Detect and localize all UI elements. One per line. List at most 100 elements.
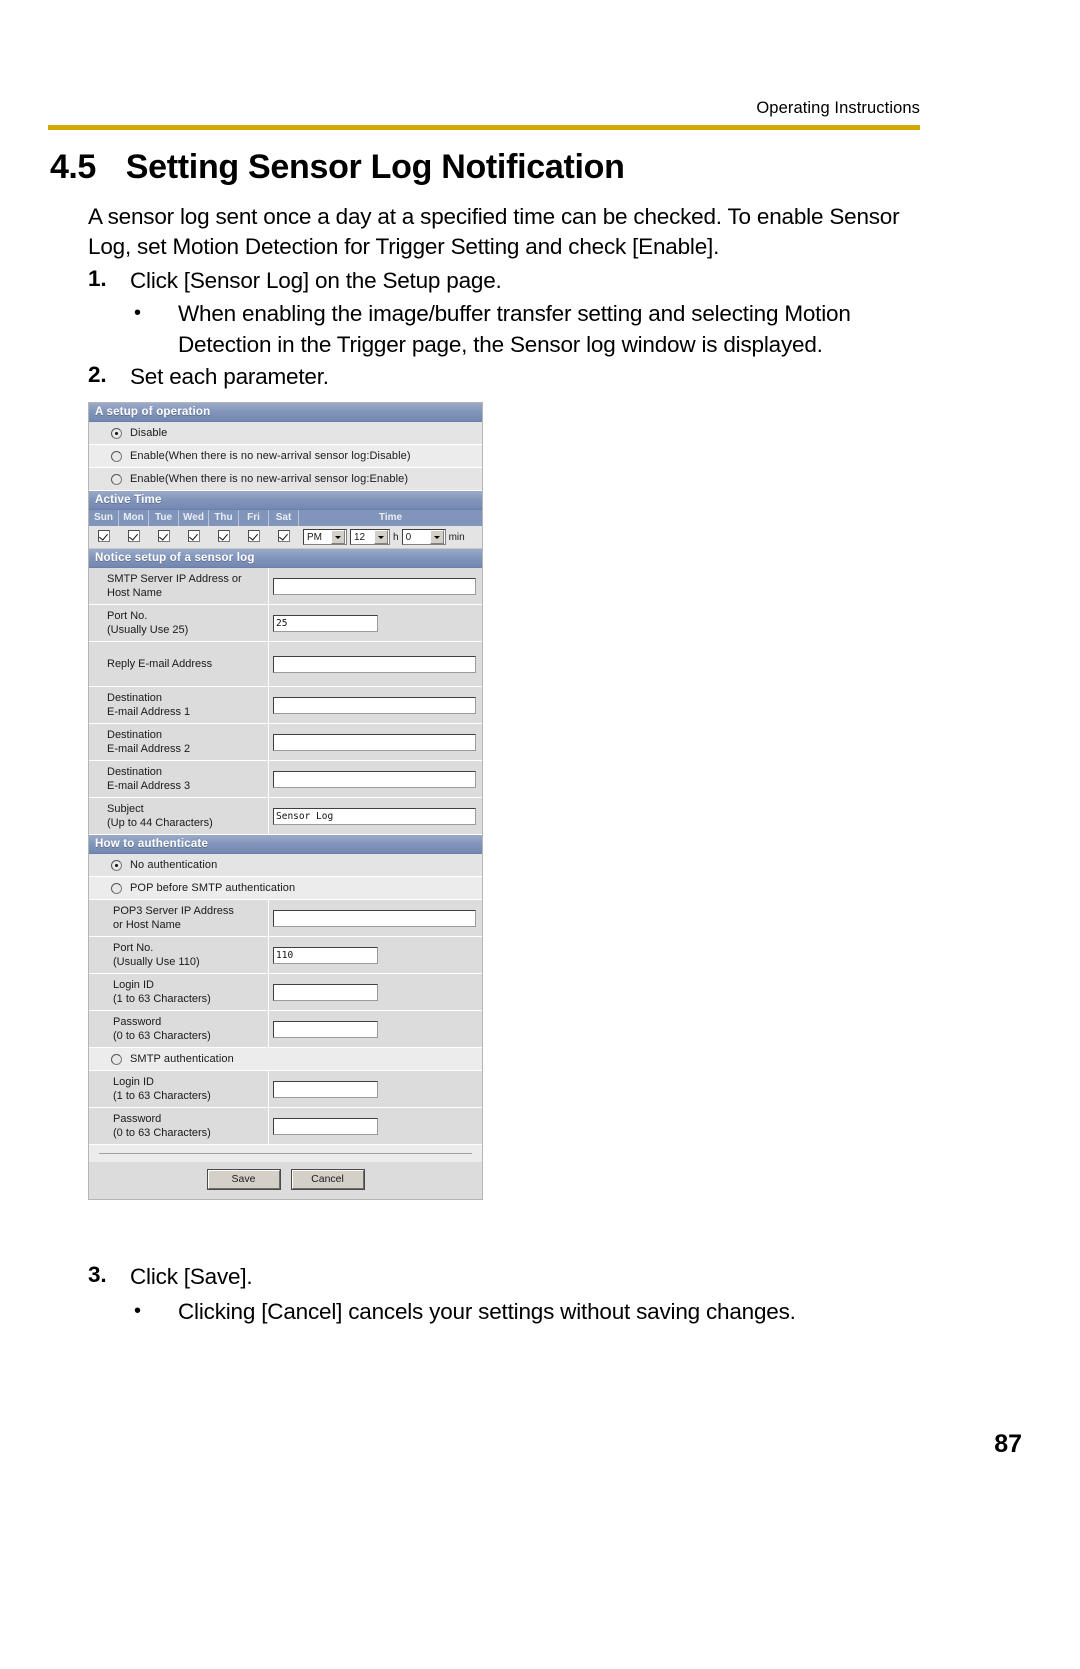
step-3: 3. Click [Save]. — [88, 1262, 908, 1292]
input-pop3-login-id[interactable] — [273, 983, 378, 1001]
label-smtp-password: Password (0 to 63 Characters) — [89, 1108, 269, 1144]
label-smtp-server: SMTP Server IP Address or Host Name — [89, 568, 269, 604]
radio-enable-new-arrival-enable-icon[interactable] — [111, 473, 122, 485]
step-2: 2. Set each parameter. — [88, 362, 908, 392]
sensor-log-settings-screenshot: A setup of operation Disable Enable(When… — [88, 402, 483, 1200]
hour-select[interactable]: 12 — [350, 529, 390, 545]
step-1-text: Click [Sensor Log] on the Setup page. — [130, 268, 502, 293]
checkbox-fri[interactable] — [248, 529, 260, 542]
checkbox-wed[interactable] — [188, 529, 200, 542]
field-row-smtp-port: Port No. (Usually Use 25) 25 — [89, 605, 482, 642]
day-header-sun: Sun — [89, 510, 119, 526]
radio-no-authentication-icon[interactable] — [111, 859, 122, 871]
step-3-text: Click [Save]. — [130, 1264, 253, 1289]
step-1-bullet: • When enabling the image/buffer transfe… — [130, 298, 898, 360]
input-smtp-server[interactable] — [273, 577, 476, 595]
field-row-pop3-server: POP3 Server IP Address or Host Name — [89, 900, 482, 937]
label-subject: Subject (Up to 44 Characters) — [89, 798, 269, 834]
input-pop3-port[interactable]: 110 — [273, 946, 378, 964]
radio-enable-new-arrival-disable-icon[interactable] — [111, 450, 122, 462]
chevron-down-icon[interactable] — [374, 530, 388, 544]
day-header-tue: Tue — [149, 510, 179, 526]
active-time-value-row: PM 12 h 0 min — [89, 526, 482, 549]
input-pop3-password[interactable] — [273, 1020, 378, 1038]
radio-disable-icon[interactable] — [111, 427, 122, 439]
field-row-pop3-password: Password (0 to 63 Characters) — [89, 1011, 482, 1048]
label-destination-3: Destination E-mail Address 3 — [89, 761, 269, 797]
step-1: 1. Click [Sensor Log] on the Setup page. — [88, 266, 908, 296]
checkbox-sat[interactable] — [278, 529, 290, 542]
bullet-icon: • — [134, 302, 141, 324]
step-1-bullet-text: When enabling the image/buffer transfer … — [178, 301, 851, 357]
label-pop3-login-id: Login ID (1 to 63 Characters) — [89, 974, 269, 1010]
label-destination-1: Destination E-mail Address 1 — [89, 687, 269, 723]
section-header-notice: Notice setup of a sensor log — [89, 549, 482, 568]
label-destination-2-line1: Destination — [107, 729, 163, 741]
radio-row-smtp-authentication[interactable]: SMTP authentication — [89, 1048, 482, 1071]
checkbox-tue[interactable] — [158, 529, 170, 542]
label-smtp-server-line2: Host Name — [107, 587, 163, 599]
hour-unit-label: h — [393, 531, 399, 543]
day-header-fri: Fri — [239, 510, 269, 526]
input-destination-2[interactable] — [273, 733, 476, 751]
input-destination-1[interactable] — [273, 696, 476, 714]
save-button[interactable]: Save — [206, 1169, 281, 1190]
minute-select[interactable]: 0 — [401, 529, 446, 545]
radio-row-enable-no-new-disable[interactable]: Enable(When there is no new-arrival sens… — [89, 445, 482, 468]
cancel-button[interactable]: Cancel — [290, 1169, 365, 1190]
checkbox-thu[interactable] — [218, 529, 230, 542]
label-destination-1-line1: Destination — [107, 692, 163, 704]
radio-pop-before-smtp-icon[interactable] — [111, 882, 122, 894]
day-header-thu: Thu — [209, 510, 239, 526]
input-destination-3[interactable] — [273, 770, 476, 788]
radio-row-pop-before-smtp[interactable]: POP before SMTP authentication — [89, 877, 482, 900]
radio-row-enable-no-new-enable[interactable]: Enable(When there is no new-arrival sens… — [89, 468, 482, 491]
active-time-header-row: Sun Mon Tue Wed Thu Fri Sat Time — [89, 510, 482, 526]
radio-disable-label: Disable — [130, 427, 168, 439]
checkbox-sun[interactable] — [98, 529, 110, 542]
field-row-smtp-server: SMTP Server IP Address or Host Name — [89, 568, 482, 605]
step-3-bullet: • Clicking [Cancel] cancels your setting… — [130, 1296, 898, 1327]
input-smtp-port[interactable]: 25 — [273, 614, 378, 632]
page-header: Operating Instructions — [48, 100, 920, 130]
radio-row-disable[interactable]: Disable — [89, 422, 482, 445]
day-header-sat: Sat — [269, 510, 299, 526]
label-smtp-port-line1: Port No. — [107, 610, 148, 622]
step-1-number: 1. — [88, 266, 107, 291]
label-smtp-port-line2: (Usually Use 25) — [107, 624, 189, 636]
label-pop3-login-id-line2: (1 to 63 Characters) — [113, 993, 211, 1005]
page-number: 87 — [994, 1430, 1022, 1458]
section-title: Setting Sensor Log Notification — [125, 148, 625, 186]
hour-select-value: 12 — [354, 531, 366, 543]
button-divider — [89, 1145, 482, 1154]
chevron-down-icon[interactable] — [331, 530, 345, 544]
input-reply-email[interactable] — [273, 655, 476, 673]
input-smtp-login-id[interactable] — [273, 1080, 378, 1098]
label-destination-2-line2: E-mail Address 2 — [107, 743, 191, 755]
input-subject[interactable]: Sensor Log — [273, 807, 476, 825]
label-smtp-server-line1: SMTP Server IP Address or — [107, 573, 242, 585]
label-subject-line1: Subject — [107, 803, 144, 815]
time-header: Time — [378, 512, 403, 523]
radio-row-no-authentication[interactable]: No authentication — [89, 854, 482, 877]
label-destination-3-line2: E-mail Address 3 — [107, 780, 191, 792]
input-pop3-server[interactable] — [273, 909, 476, 927]
label-smtp-login-id-line2: (1 to 63 Characters) — [113, 1090, 211, 1102]
chevron-down-icon[interactable] — [429, 530, 444, 544]
ampm-select[interactable]: PM — [303, 529, 347, 545]
field-row-subject: Subject (Up to 44 Characters) Sensor Log — [89, 798, 482, 835]
step-2-number: 2. — [88, 362, 107, 387]
section-header-authenticate: How to authenticate — [89, 835, 482, 854]
field-row-reply-email: Reply E-mail Address — [89, 642, 482, 687]
section-header-operation: A setup of operation — [89, 403, 482, 422]
checkbox-mon[interactable] — [128, 529, 140, 542]
label-pop3-password-line1: Password — [113, 1016, 162, 1028]
field-row-destination-1: Destination E-mail Address 1 — [89, 687, 482, 724]
input-smtp-password[interactable] — [273, 1117, 378, 1135]
radio-smtp-authentication-icon[interactable] — [111, 1053, 122, 1065]
label-pop3-port-line1: Port No. — [113, 942, 154, 954]
label-subject-line2: (Up to 44 Characters) — [107, 817, 213, 829]
radio-smtp-authentication-label: SMTP authentication — [130, 1053, 234, 1065]
label-pop3-server: POP3 Server IP Address or Host Name — [89, 900, 269, 936]
label-destination-1-line2: E-mail Address 1 — [107, 706, 191, 718]
